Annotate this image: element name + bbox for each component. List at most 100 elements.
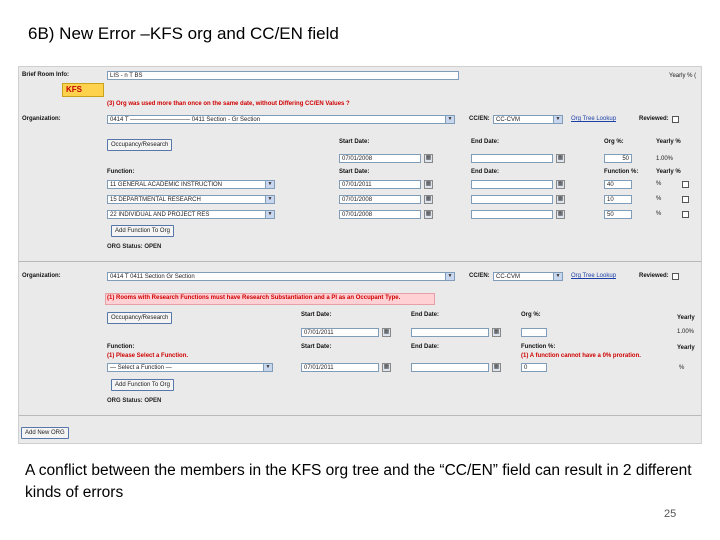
org-pct-label: Org %: <box>521 312 541 318</box>
chevron-down-icon: ▼ <box>445 116 454 123</box>
duplicate-org-error: (3) Org was used more than once on the s… <box>107 101 350 107</box>
screenshot-panel: Brief Room Info: LIS - n T BS KFS Yearly… <box>18 66 702 444</box>
calendar-icon[interactable]: ▦ <box>556 210 565 219</box>
function-end-date-input[interactable] <box>471 180 553 189</box>
yearly-header-partial: Yearly % ( <box>669 73 697 79</box>
organization-select[interactable]: 0414 T —————————— 0411 Section - Gr Sect… <box>107 115 455 124</box>
org-status: ORG Status: OPEN <box>107 398 162 404</box>
start-date-input[interactable]: 07/01/2011 <box>301 328 379 337</box>
calendar-icon[interactable]: ▦ <box>382 363 391 372</box>
function-select[interactable]: 22 INDIVIDUAL AND PROJECT RES ▼ <box>107 210 275 219</box>
function-yearly-label: Yearly % <box>656 169 681 175</box>
function-label: Function: <box>107 344 135 350</box>
calendar-icon[interactable]: ▦ <box>424 154 433 163</box>
function-end-date-label: End Date: <box>411 344 440 350</box>
function-remove-checkbox[interactable] <box>682 181 689 188</box>
chevron-down-icon: ▼ <box>553 273 562 280</box>
organization-label: Organization: <box>22 116 61 122</box>
chevron-down-icon: ▼ <box>553 116 562 123</box>
function-pct-label: Function %: <box>521 344 556 350</box>
function-yearly-value: % <box>679 365 685 371</box>
reviewed-checkbox[interactable] <box>672 273 679 280</box>
research-substantiation-error: (1) Rooms with Research Functions must h… <box>107 295 401 301</box>
org-pct-label: Org %: <box>604 139 624 145</box>
cc-en-select[interactable]: CC-CVM ▼ <box>493 272 563 281</box>
function-remove-checkbox[interactable] <box>682 211 689 218</box>
chevron-down-icon: ▼ <box>265 211 274 218</box>
add-function-button[interactable]: Add Function To Org <box>111 379 174 391</box>
calendar-icon[interactable]: ▦ <box>556 180 565 189</box>
function-end-date-input[interactable] <box>471 210 553 219</box>
section-divider <box>19 415 701 416</box>
function-select[interactable]: 11 GENERAL ACADEMIC INSTRUCTION ▼ <box>107 180 275 189</box>
cc-en-label: CC/EN: <box>469 273 490 279</box>
brief-room-info-input[interactable]: LIS - n T BS <box>107 71 459 80</box>
function-start-date-input[interactable]: 07/01/2011 <box>339 180 421 189</box>
org-pct-input[interactable]: 50 <box>604 154 632 163</box>
function-yearly-label: Yearly <box>677 345 695 351</box>
function-end-date-input[interactable] <box>411 363 489 372</box>
reviewed-checkbox[interactable] <box>672 116 679 123</box>
chevron-down-icon: ▼ <box>265 196 274 203</box>
function-label: Function: <box>107 169 135 175</box>
calendar-icon[interactable]: ▦ <box>424 180 433 189</box>
cc-en-select[interactable]: CC-CVM ▼ <box>493 115 563 124</box>
end-date-label: End Date: <box>471 139 500 145</box>
org-status: ORG Status: OPEN <box>107 244 162 250</box>
occupancy-research-button[interactable]: Occupancy/Research <box>107 139 173 151</box>
calendar-icon[interactable]: ▦ <box>556 154 565 163</box>
function-start-date-input[interactable]: 07/01/2008 <box>339 210 421 219</box>
function-proration-error: (1) A function cannot have a 0% proratio… <box>521 353 641 359</box>
calendar-icon[interactable]: ▦ <box>556 195 565 204</box>
occupancy-research-button[interactable]: Occupancy/Research <box>107 312 173 324</box>
organization-label: Organization: <box>22 273 61 279</box>
select-function-error: (1) Please Select a Function. <box>107 353 189 359</box>
function-start-date-input[interactable]: 07/01/2011 <box>301 363 379 372</box>
function-start-date-label: Start Date: <box>339 169 370 175</box>
calendar-icon[interactable]: ▦ <box>424 195 433 204</box>
function-yearly-value: % <box>656 196 662 202</box>
calendar-icon[interactable]: ▦ <box>382 328 391 337</box>
function-start-date-input[interactable]: 07/01/2008 <box>339 195 421 204</box>
reviewed-label: Reviewed: <box>639 273 669 279</box>
slide-caption: A conflict between the members in the KF… <box>25 462 692 501</box>
calendar-icon[interactable]: ▦ <box>424 210 433 219</box>
brief-room-info-label: Brief Room Info: <box>22 72 69 78</box>
function-start-date-label: Start Date: <box>301 344 332 350</box>
yearly-value: 1.00% <box>677 329 695 335</box>
add-function-button[interactable]: Add Function To Org <box>111 225 174 237</box>
calendar-icon[interactable]: ▦ <box>492 363 501 372</box>
function-pct-input[interactable]: 50 <box>604 210 632 219</box>
org-tree-lookup-link[interactable]: Org Tree Lookup <box>571 273 616 279</box>
organization-select[interactable]: 0414 T 0411 Section Gr Section ▼ <box>107 272 455 281</box>
chevron-down-icon: ▼ <box>263 364 272 371</box>
start-date-label: Start Date: <box>301 312 332 318</box>
yearly-value: 1.00% <box>656 156 674 162</box>
function-pct-input[interactable]: 10 <box>604 195 632 204</box>
function-pct-label: Function %: <box>604 169 639 175</box>
add-new-org-button[interactable]: Add New ORG <box>21 427 69 439</box>
page-number: 25 <box>664 508 677 520</box>
org-pct-input[interactable] <box>521 328 547 337</box>
end-date-input[interactable] <box>411 328 489 337</box>
org-tree-lookup-link[interactable]: Org Tree Lookup <box>571 116 616 122</box>
function-end-date-input[interactable] <box>471 195 553 204</box>
reviewed-label: Reviewed: <box>639 116 669 122</box>
section-divider <box>19 261 701 262</box>
function-yearly-value: % <box>656 211 662 217</box>
function-select[interactable]: — Select a Function — ▼ <box>107 363 273 372</box>
end-date-label: End Date: <box>411 312 440 318</box>
function-pct-input[interactable]: 40 <box>604 180 632 189</box>
yearly-label: Yearly % <box>656 139 681 145</box>
start-date-input[interactable]: 07/01/2008 <box>339 154 421 163</box>
function-yearly-value: % <box>656 181 662 187</box>
yearly-label: Yearly <box>677 315 695 321</box>
chevron-down-icon: ▼ <box>445 273 454 280</box>
function-end-date-label: End Date: <box>471 169 500 175</box>
calendar-icon[interactable]: ▦ <box>492 328 501 337</box>
kfs-tag: KFS <box>62 83 104 97</box>
function-remove-checkbox[interactable] <box>682 196 689 203</box>
end-date-input[interactable] <box>471 154 553 163</box>
function-pct-input[interactable]: 0 <box>521 363 547 372</box>
function-select[interactable]: 15 DEPARTMENTAL RESEARCH ▼ <box>107 195 275 204</box>
